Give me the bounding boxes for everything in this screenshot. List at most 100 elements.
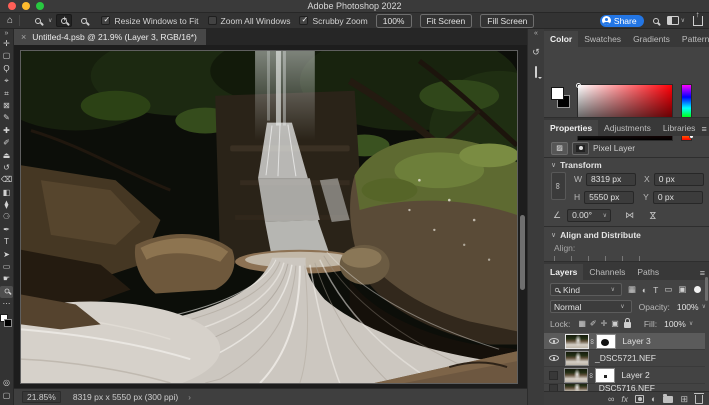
clone-stamp-tool[interactable]: ⏏ — [0, 150, 13, 162]
healing-brush-tool[interactable]: ✚ — [0, 125, 13, 137]
home-icon[interactable]: ⌂ — [7, 15, 13, 26]
layer-mask-thumbnail[interactable] — [596, 334, 616, 349]
flip-vertical-icon[interactable]: ⋈ — [647, 211, 658, 220]
tab-paths[interactable]: Paths — [631, 264, 665, 280]
filter-shape-layers-icon[interactable]: ▭ — [664, 284, 672, 295]
layer-mask-thumbnail[interactable] — [595, 368, 615, 383]
frame-tool[interactable]: ⊠ — [0, 100, 13, 112]
layer-row-dsc5721[interactable]: _DSC5721.NEF — [544, 350, 705, 367]
add-layer-mask-icon[interactable] — [635, 395, 644, 403]
eraser-tool[interactable]: ⌫ — [0, 174, 13, 186]
zoom-all-windows-checkbox[interactable]: Zoom All Windows — [208, 16, 291, 26]
move-tool[interactable]: ✛ — [0, 38, 13, 50]
tab-layers[interactable]: Layers — [544, 264, 583, 280]
lock-position-icon[interactable]: ✛ — [601, 319, 608, 328]
chevron-down-icon[interactable]: ∨ — [48, 17, 52, 24]
workspace-switcher-button[interactable]: ∨ — [667, 16, 685, 25]
comments-panel-icon[interactable] — [535, 67, 537, 77]
hand-tool[interactable]: ☛ — [0, 273, 13, 285]
zoom-tool-icon[interactable] — [30, 14, 46, 27]
history-brush-tool[interactable]: ↺ — [0, 162, 13, 174]
flip-horizontal-icon[interactable]: ⋈ — [625, 210, 634, 221]
chevron-down-icon[interactable]: ∨ — [603, 212, 607, 219]
zoom-out-button[interactable]: − — [76, 14, 92, 27]
fill-screen-button[interactable]: Fill Screen — [480, 14, 534, 28]
panel-menu-icon[interactable]: ≡ — [700, 268, 705, 278]
filter-adjustment-layers-icon[interactable]: ◐ — [642, 285, 647, 295]
angle-field[interactable]: 0.00° ∨ — [567, 209, 611, 222]
visibility-eye-icon[interactable] — [549, 338, 559, 344]
fill-value-dropdown[interactable]: 100% ∨ — [664, 319, 696, 329]
new-group-icon[interactable] — [663, 396, 673, 403]
tab-gradients[interactable]: Gradients — [627, 31, 676, 47]
lasso-tool[interactable]: Ϙ — [0, 63, 13, 75]
color-swatch-pair[interactable] — [551, 87, 573, 111]
lock-pixels-icon[interactable]: ✐ — [590, 319, 597, 328]
layer-thumbnail[interactable] — [565, 351, 589, 366]
panel-menu-icon[interactable]: ≡ — [701, 124, 706, 134]
layer-style-fx-icon[interactable]: fx — [621, 394, 628, 404]
new-layer-icon[interactable]: ⊞ — [680, 394, 688, 404]
new-adjustment-layer-icon[interactable]: ◐ — [651, 394, 656, 404]
filter-kind-dropdown[interactable]: Kind ∨ — [550, 283, 622, 296]
brush-tool[interactable]: ✐ — [0, 137, 13, 149]
lock-all-icon[interactable] — [624, 322, 631, 328]
layer-row-layer3[interactable]: ∞ Layer 3 — [544, 333, 705, 350]
filter-type-layers-icon[interactable]: T — [653, 285, 658, 295]
quick-mask-button[interactable]: ◎ — [0, 377, 13, 389]
zoom-in-button[interactable]: + — [56, 14, 72, 27]
gradient-tool[interactable]: ◧ — [0, 187, 13, 199]
filter-smart-objects-icon[interactable]: ▣ — [678, 284, 686, 295]
marquee-tool[interactable]: ▢ — [0, 50, 13, 62]
tab-libraries[interactable]: Libraries — [657, 120, 702, 136]
transform-section-header[interactable]: ∨ Transform — [544, 159, 709, 171]
resize-windows-to-fit-checkbox[interactable]: Resize Windows to Fit — [101, 16, 198, 26]
document-tab[interactable]: × Untitled-4.psb @ 21.9% (Layer 3, RGB/1… — [14, 29, 206, 45]
filter-pixel-layers-icon[interactable]: ▦ — [628, 284, 636, 295]
layer-name[interactable]: _DSC5721.NEF — [595, 353, 656, 363]
tab-color[interactable]: Color — [544, 31, 578, 47]
width-field[interactable]: 8319 px — [586, 173, 636, 186]
zoom-level-field[interactable]: 21.85% — [22, 391, 61, 403]
layer-thumbnail[interactable] — [564, 368, 588, 383]
blur-tool[interactable]: ⧫ — [0, 199, 13, 211]
x-field[interactable]: 0 px — [654, 173, 704, 186]
tab-properties[interactable]: Properties — [544, 120, 598, 136]
canvas-vertical-scrollbar[interactable] — [520, 215, 525, 290]
dodge-tool[interactable]: ⚆ — [0, 211, 13, 223]
search-button[interactable] — [653, 18, 659, 24]
tab-patterns[interactable]: Patterns — [676, 31, 709, 47]
zoom-100-button[interactable]: 100% — [376, 14, 412, 28]
opacity-value-dropdown[interactable]: 100% ∨ — [677, 302, 709, 312]
y-field[interactable]: 0 px — [653, 191, 703, 204]
type-tool[interactable]: T — [0, 236, 13, 248]
document-canvas[interactable] — [20, 50, 518, 384]
tab-swatches[interactable]: Swatches — [578, 31, 627, 47]
pixel-layer-icon[interactable]: ▨ — [551, 142, 568, 155]
align-section-header[interactable]: ∨ Align and Distribute — [544, 229, 709, 241]
pen-tool[interactable]: ✒ — [0, 224, 13, 236]
export-share-icon[interactable] — [693, 16, 703, 26]
canvas-area[interactable] — [14, 45, 527, 388]
blend-mode-dropdown[interactable]: Normal ∨ — [550, 300, 632, 313]
tab-adjustments[interactable]: Adjustments — [598, 120, 657, 136]
foreground-background-swatches[interactable] — [0, 314, 13, 330]
edit-toolbar-icon[interactable]: ⋯ — [0, 298, 13, 310]
height-field[interactable]: 5550 px — [584, 191, 634, 204]
layers-scrollbar[interactable] — [705, 277, 708, 301]
visibility-empty-box[interactable] — [549, 371, 558, 380]
expand-toolbar-icon[interactable]: » — [5, 29, 9, 38]
scrubby-zoom-checkbox[interactable]: Scrubby Zoom — [299, 16, 367, 26]
layer-name[interactable]: Layer 3 — [622, 336, 650, 346]
screen-mode-button[interactable]: ▢ — [0, 390, 13, 402]
color-picker-handle[interactable] — [576, 83, 581, 88]
layer-name[interactable]: Layer 2 — [621, 370, 649, 380]
fit-screen-button[interactable]: Fit Screen — [420, 14, 473, 28]
link-layers-icon[interactable]: ∞ — [608, 394, 614, 404]
object-selection-tool[interactable]: ⌖ — [0, 75, 13, 87]
mask-properties-icon[interactable] — [572, 142, 589, 155]
path-selection-tool[interactable]: ➤ — [0, 249, 13, 261]
lock-artboard-icon[interactable]: ▣ — [611, 319, 619, 328]
shape-tool[interactable]: ▭ — [0, 261, 13, 273]
layer-thumbnail[interactable] — [565, 334, 589, 349]
